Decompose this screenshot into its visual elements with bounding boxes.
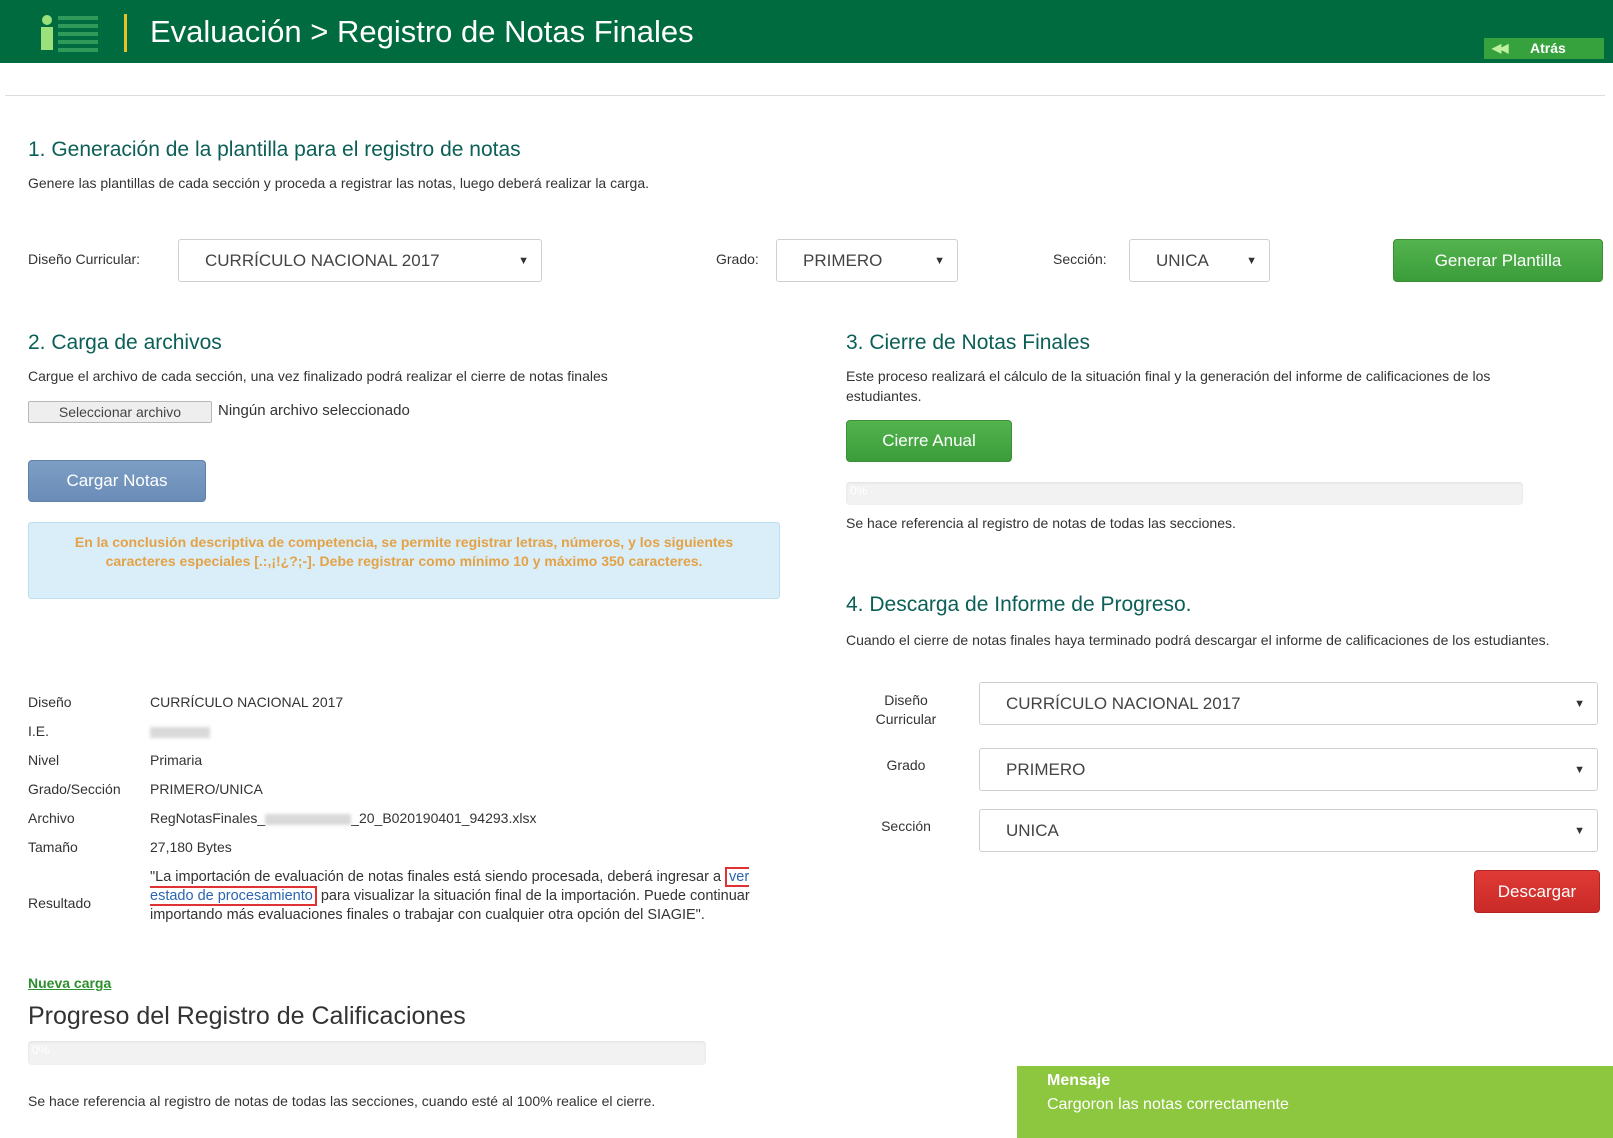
new-load-link[interactable]: Nueva carga [28, 975, 111, 991]
grade-select[interactable]: PRIMERO ▼ [776, 239, 958, 282]
grades-progress-bar: 0% [28, 1041, 706, 1065]
section3-title: 3. Cierre de Notas Finales [846, 331, 1090, 354]
section1-description: Genere las plantillas de cada sección y … [28, 175, 650, 191]
curriculum-select[interactable]: CURRÍCULO NACIONAL 2017 ▼ [178, 239, 542, 282]
curriculum-label-line1: Diseño [884, 692, 928, 708]
report-section-label: Sección [881, 818, 931, 834]
report-grade-label: Grado [886, 757, 926, 773]
section-label: Sección: [1053, 251, 1107, 267]
ie-value-redacted [150, 723, 210, 739]
header-divider-line [5, 95, 1605, 96]
toast-message: Cargoron las notas correctamente [1047, 1096, 1289, 1113]
page-title: Evaluación > Registro de Notas Finales [150, 14, 694, 49]
curriculum-select-value: CURRÍCULO NACIONAL 2017 [205, 250, 440, 270]
result-label: Resultado [28, 895, 92, 911]
section-select[interactable]: UNICA ▼ [1129, 239, 1270, 282]
section3-description: Este proceso realizará el cálculo de la … [846, 368, 1491, 404]
curriculum-label: Diseño Curricular: [28, 251, 141, 267]
chevron-down-icon: ▼ [1574, 763, 1585, 776]
header-divider [124, 14, 127, 52]
size-label: Tamaño [28, 839, 78, 855]
section2-description: Cargue el archivo de cada sección, una v… [28, 368, 608, 384]
report-curriculum-select[interactable]: CURRÍCULO NACIONAL 2017 ▼ [979, 682, 1598, 725]
grade-label: Grado: [716, 251, 759, 267]
select-file-button[interactable]: Seleccionar archivo [28, 401, 212, 423]
toast-title: Mensaje [1047, 1072, 1111, 1089]
section1-title: 1. Generación de la plantilla para el re… [28, 138, 521, 161]
report-section-select[interactable]: UNICA ▼ [979, 809, 1598, 852]
file-value-prefix: RegNotasFinales_ [150, 810, 266, 826]
download-button[interactable]: Descargar [1474, 870, 1600, 913]
section2-title: 2. Carga de archivos [28, 331, 222, 354]
report-curriculum-value: CURRÍCULO NACIONAL 2017 [1006, 693, 1241, 713]
section4-description: Cuando el cierre de notas finales haya t… [846, 632, 1550, 648]
design-value: CURRÍCULO NACIONAL 2017 [150, 694, 344, 710]
section3-note: Se hace referencia al registro de notas … [846, 515, 1236, 531]
report-grade-value: PRIMERO [1006, 759, 1086, 779]
annual-close-button[interactable]: Cierre Anual [846, 420, 1012, 462]
back-button[interactable]: ◀◀ Atrás [1484, 38, 1604, 59]
top-header: Evaluación > Registro de Notas Finales ◀… [0, 0, 1613, 63]
file-status: Ningún archivo seleccionado [218, 402, 410, 419]
grades-progress-percent: 0% [32, 1043, 50, 1057]
level-value: Primaria [150, 752, 203, 768]
grade-section-value: PRIMERO/UNICA [150, 781, 263, 797]
file-value-suffix: _20_B020190401_94293.xlsx [351, 810, 537, 826]
file-value: RegNotasFinales_ _20_B020190401_94293.xls… [150, 810, 536, 826]
size-value: 27,180 Bytes [150, 839, 232, 855]
chevron-down-icon: ▼ [1246, 254, 1257, 267]
report-grade-select[interactable]: PRIMERO ▼ [979, 748, 1598, 791]
progress-title: Progreso del Registro de Calificaciones [28, 1002, 466, 1030]
list-icon [41, 15, 98, 52]
chevron-down-icon: ▼ [934, 254, 945, 267]
level-label: Nivel [28, 752, 60, 768]
success-toast: Mensaje Cargoron las notas correctamente [1017, 1066, 1613, 1138]
chevron-down-icon: ▼ [1574, 697, 1585, 710]
info-alert: En la conclusión descriptiva de competen… [28, 522, 780, 599]
file-label: Archivo [28, 810, 75, 826]
design-label: Diseño [28, 694, 72, 710]
grade-section-label: Grado/Sección [28, 781, 121, 797]
upload-grades-button[interactable]: Cargar Notas [28, 460, 206, 502]
report-section-value: UNICA [1006, 820, 1059, 840]
chevron-down-icon: ▼ [1574, 824, 1585, 837]
chevron-down-icon: ▼ [518, 254, 529, 267]
result-message: "La importación de evaluación de notas f… [150, 867, 790, 925]
curriculum-label-line2: Curricular [875, 711, 937, 727]
progress-note: Se hace referencia al registro de notas … [28, 1093, 656, 1109]
section4-title: 4. Descarga de Informe de Progreso. [846, 593, 1192, 616]
curriculum-label-2: Diseño Curricular [846, 691, 966, 729]
close-progress-bar: 0% [846, 482, 1523, 505]
result-text-before: "La importación de evaluación de notas f… [150, 869, 726, 885]
grade-select-value: PRIMERO [803, 250, 883, 270]
back-button-label: Atrás [1530, 40, 1566, 56]
section-select-value: UNICA [1156, 250, 1209, 270]
generate-template-button[interactable]: Generar Plantilla [1393, 239, 1603, 282]
rewind-icon: ◀◀ [1492, 41, 1509, 55]
ie-label: I.E. [28, 723, 50, 739]
close-progress-percent: 0% [850, 484, 868, 498]
